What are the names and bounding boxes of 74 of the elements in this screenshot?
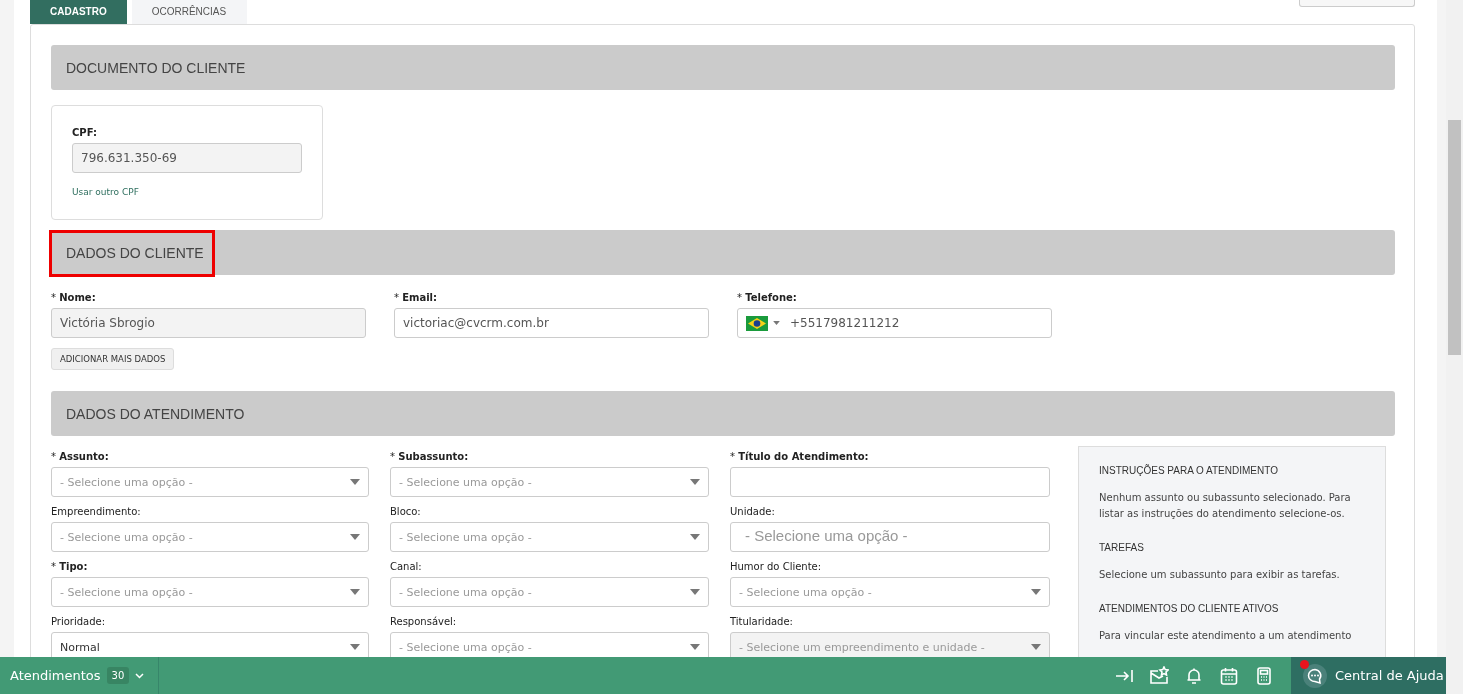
field-label: Responsável:	[390, 615, 458, 628]
input-field[interactable]: - Selecione uma opção -	[730, 522, 1050, 552]
instructions-text: Para vincular este atendimento a um atendimento	[1099, 629, 1353, 643]
input-field[interactable]	[730, 467, 1050, 497]
dropdown[interactable]: - Selecione uma opção -	[390, 632, 709, 657]
field-label: *Telefone:	[737, 291, 798, 304]
field-label: Bloco:	[390, 505, 422, 518]
field-label: *Subassunto:	[390, 450, 470, 463]
dropdown[interactable]: - Selecione uma opção -	[390, 522, 709, 552]
scrollbar-thumb[interactable]	[1448, 120, 1461, 355]
section-title: DOCUMENTO DO CLIENTE	[66, 59, 246, 76]
help-center-button[interactable]: Central de Ajuda	[1291, 657, 1446, 694]
caret-icon	[690, 534, 700, 540]
field-label: *Nome:	[51, 291, 97, 304]
dropdown-value: Normal	[60, 640, 100, 654]
count-badge: 30	[106, 667, 130, 684]
field-label: Humor do Cliente:	[730, 560, 823, 573]
section-title: DADOS DO CLIENTE	[66, 244, 204, 261]
dropdown[interactable]: - Selecione uma opção -	[51, 577, 369, 607]
dropdown-value: - Selecione uma opção -	[399, 640, 532, 654]
caret-icon	[1031, 589, 1041, 595]
instructions-text: Nenhum assunto ou subassunto selecionado. Para listar as instruções do atendimento selecione-os.	[1099, 491, 1352, 521]
tab[interactable]: OCORRÊNCIAS	[131, 0, 247, 24]
instructions-text: Selecione um subassunto para exibir as tarefas.	[1099, 568, 1341, 582]
instructions-heading: INSTRUÇÕES PARA O ATENDIMENTO	[1099, 465, 1279, 476]
dropdown-value: - Selecione uma opção -	[399, 530, 532, 544]
dropdown-value: - Selecione uma opção -	[60, 530, 193, 544]
add-data-button[interactable]: ADICIONAR MAIS DADOS	[51, 348, 175, 370]
field-label: Titularidade:	[730, 615, 794, 628]
phone-field[interactable]: +5517981211212	[737, 308, 1052, 338]
caret-icon	[350, 644, 360, 650]
dropdown-value: - Selecione uma opção -	[60, 585, 193, 599]
chevron-down-icon	[135, 672, 145, 679]
dropdown-value: - Selecione uma opção -	[739, 585, 872, 599]
caret-icon	[350, 589, 360, 595]
field-label: Empreendimento:	[51, 505, 142, 518]
caret-icon	[1031, 644, 1041, 650]
flag-icon	[746, 315, 768, 331]
input-field[interactable]: victoriac@cvcrm.com.br	[394, 308, 709, 338]
field-label: *Tipo:	[51, 560, 89, 573]
chat-bubble-icon	[1303, 663, 1327, 688]
tab[interactable]: CADASTRO	[30, 0, 127, 24]
field-label: Canal:	[390, 560, 423, 573]
instructions-heading: ATENDIMENTOS DO CLIENTE ATIVOS	[1099, 603, 1280, 614]
dropdown[interactable]: - Selecione uma opção -	[390, 467, 709, 497]
calendar-icon	[1218, 665, 1239, 686]
caret-icon	[690, 589, 700, 595]
use-other-cpf-link[interactable]: Usar outro CPF	[72, 187, 139, 197]
dropdown[interactable]: - Selecione uma opção -	[51, 467, 369, 497]
field-label: Unidade:	[730, 505, 776, 518]
dropdown[interactable]: - Selecione uma opção -	[390, 577, 709, 607]
toolbar-button[interactable]	[1299, 0, 1415, 7]
dropdown-value: - Selecione uma opção -	[399, 585, 532, 599]
envelope-star-icon	[1148, 665, 1169, 686]
field-label: CPF:	[72, 126, 97, 139]
dropdown-value: - Selecione uma opção -	[399, 475, 532, 489]
dropdown-value: - Selecione um empreendimento e unidade -	[739, 640, 985, 654]
instructions-heading: TAREFAS	[1099, 542, 1145, 553]
caret-icon	[350, 534, 360, 540]
caret-icon	[773, 321, 780, 325]
dropdown[interactable]: - Selecione uma opção -	[51, 522, 369, 552]
dropdown-value: - Selecione uma opção -	[60, 475, 193, 489]
tickets-toggle[interactable]: Atendimentos 30	[0, 657, 160, 694]
field-label: *Assunto:	[51, 450, 110, 463]
field-label: Prioridade:	[51, 615, 107, 628]
phone-value: +5517981211212	[790, 316, 900, 330]
caret-icon	[350, 479, 360, 485]
field-label: *Título do Atendimento:	[730, 450, 870, 463]
caret-icon	[690, 479, 700, 485]
field-label: *Email:	[394, 291, 439, 304]
dropdown[interactable]: - Selecione uma opção -	[730, 577, 1050, 607]
dropdown[interactable]: Normal	[51, 632, 369, 657]
section-title: DADOS DO ATENDIMENTO	[66, 405, 245, 422]
caret-icon	[690, 644, 700, 650]
